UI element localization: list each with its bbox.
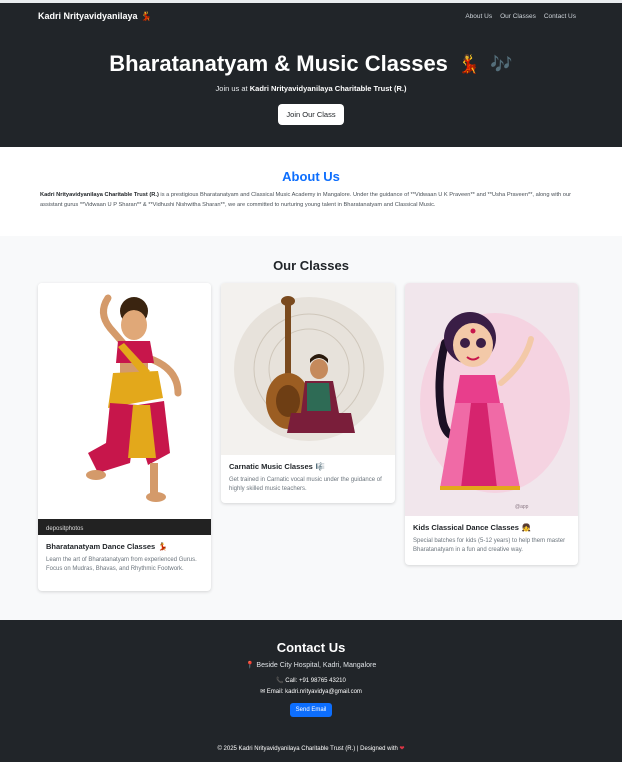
card-title-text: Bharatanatyam Dance Classes	[46, 542, 156, 551]
contact-heading: Contact Us	[276, 640, 346, 655]
footer-copyright: © 2025 Kadri Nrityavidyanilaya Charitabl…	[0, 745, 622, 752]
send-email-button[interactable]: Send Email	[289, 703, 333, 717]
brand-name: Kadri Nrityavidyanilaya	[38, 11, 138, 21]
envelope-icon: ✉	[260, 689, 266, 695]
card-body: Kids Classical Dance Classes 👧 Special b…	[405, 516, 578, 562]
card-description: Learn the art of Bharatanatyam from expe…	[46, 557, 197, 572]
class-card-carnatic[interactable]: Carnatic Music Classes 🎼 Get trained in …	[221, 283, 395, 503]
class-card-kids[interactable]: @app Kids Classical Dance Classes 👧 Spec…	[405, 283, 578, 565]
hero-title: Bharatanatyam & Music Classes 💃 🎶	[0, 51, 622, 77]
card-title: Kids Classical Dance Classes 👧	[413, 523, 570, 532]
hero-title-text: Bharatanatyam & Music Classes	[109, 51, 448, 76]
about-heading: About Us	[282, 169, 340, 184]
contact-email-text: Email: kadri.nrityavidya@gmail.com	[266, 689, 362, 695]
music-notes-icon: 🎶	[490, 53, 513, 74]
dancer-emoji-icon: 💃	[140, 10, 152, 21]
card-title: Carnatic Music Classes 🎼	[229, 462, 387, 471]
footer-text: © 2025 Kadri Nrityavidyanilaya Charitabl…	[217, 746, 398, 752]
location-pin-icon: 📍	[245, 662, 255, 669]
class-cards: depositphotos Bharatanatyam Dance Classe…	[0, 283, 622, 613]
card-title: Bharatanatyam Dance Classes 💃	[46, 542, 203, 551]
class-card-bharatanatyam[interactable]: depositphotos Bharatanatyam Dance Classe…	[38, 283, 211, 591]
kids-dancer-image: @app	[405, 283, 578, 516]
card-description: Special batches for kids (5-12 years) to…	[413, 538, 566, 553]
hero-subtitle: Join us at Kadri Nrityavidyanilaya Chari…	[0, 84, 622, 93]
about-trust-name: Kadri Nrityavidyanilaya Charitable Trust…	[40, 192, 159, 198]
card-title-text: Kids Classical Dance Classes	[413, 523, 519, 532]
header-area: Kadri Nrityavidyanilaya 💃 About Us Our C…	[0, 3, 622, 147]
card-body: Bharatanatyam Dance Classes 💃 Learn the …	[38, 535, 211, 581]
nav-links: About Us Our Classes Contact Us	[465, 13, 576, 20]
card-body: Carnatic Music Classes 🎼 Get trained in …	[221, 455, 395, 501]
card-description: Get trained in Carnatic vocal music unde…	[229, 477, 382, 492]
classes-section: Our Classes depositphotos Bharatanatyam …	[0, 236, 622, 620]
nav-link-contact[interactable]: Contact Us	[544, 13, 576, 20]
brand-link[interactable]: Kadri Nrityavidyanilaya 💃	[38, 11, 152, 22]
navbar: Kadri Nrityavidyanilaya 💃 About Us Our C…	[0, 3, 622, 29]
classes-heading: Our Classes	[273, 258, 349, 273]
contact-phone[interactable]: 📞 Call: +91 98765 43210	[0, 677, 622, 684]
join-class-button[interactable]: Join Our Class	[278, 104, 344, 125]
dancer-emoji-icon: 💃	[158, 542, 168, 551]
heart-icon: ❤	[399, 746, 405, 752]
nav-link-classes[interactable]: Our Classes	[500, 13, 536, 20]
hero-subtitle-prefix: Join us at	[215, 84, 248, 93]
card-title-text: Carnatic Music Classes	[229, 462, 313, 471]
contact-address-text: Beside City Hospital, Kadri, Mangalore	[256, 662, 377, 669]
image-watermark: depositphotos	[46, 526, 83, 532]
contact-phone-text: Call: +91 98765 43210	[285, 678, 346, 684]
music-score-emoji-icon: 🎼	[315, 462, 326, 471]
bharatanatyam-dancer-image: depositphotos	[38, 283, 211, 535]
nav-link-about[interactable]: About Us	[465, 13, 492, 20]
hero-section: Bharatanatyam & Music Classes 💃 🎶 Join u…	[0, 29, 622, 147]
dancer-emoji-icon: 💃	[457, 53, 481, 74]
contact-email[interactable]: ✉ Email: kadri.nrityavidya@gmail.com	[0, 688, 622, 695]
contact-section: Contact Us 📍 Beside City Hospital, Kadri…	[0, 620, 622, 762]
hero-subtitle-trust: Kadri Nrityavidyanilaya Charitable Trust…	[249, 84, 407, 93]
girl-emoji-icon: 👧	[521, 523, 532, 532]
svg-text:@app: @app	[515, 504, 529, 510]
contact-address: 📍 Beside City Hospital, Kadri, Mangalore	[0, 661, 622, 669]
carnatic-musician-image	[221, 283, 395, 455]
about-section: About Us Kadri Nrityavidyanilaya Charita…	[0, 147, 622, 236]
about-text: Kadri Nrityavidyanilaya Charitable Trust…	[40, 191, 586, 210]
phone-icon: 📞	[276, 678, 284, 684]
